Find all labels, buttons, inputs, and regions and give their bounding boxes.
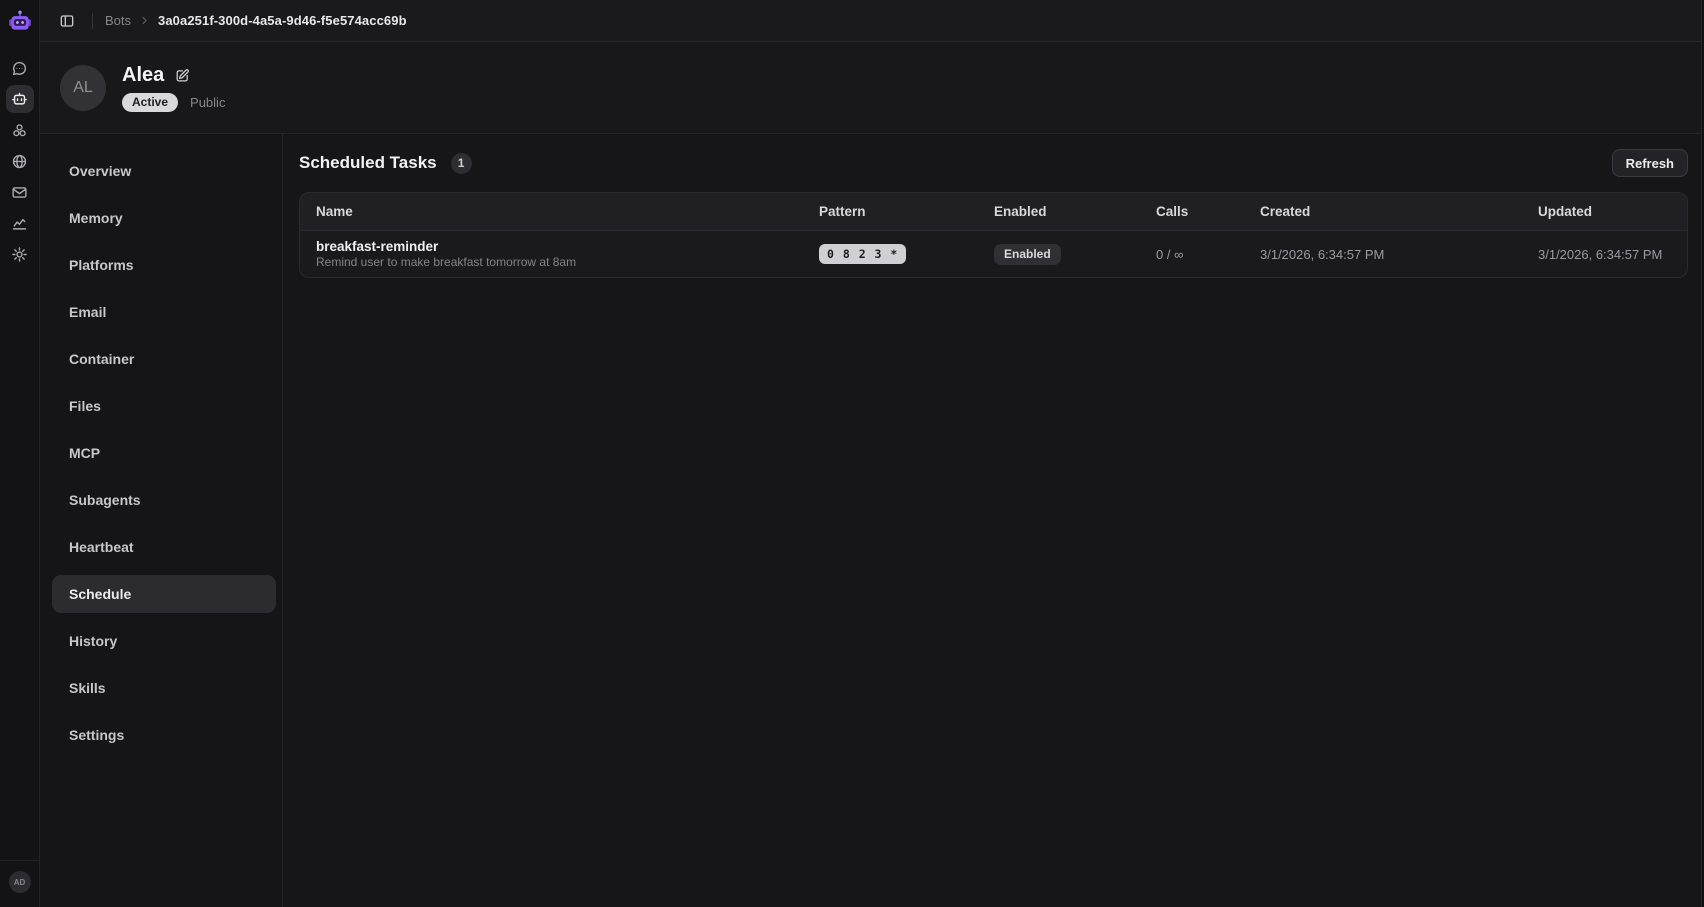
app-window: AD Bots 3a0a251f-300d-4a5a-9d46-f5e57 bbox=[0, 0, 1704, 907]
sidebar-item-email[interactable]: Email bbox=[52, 293, 276, 331]
column-header-pattern: Pattern bbox=[803, 204, 978, 219]
sidebar-item-history[interactable]: History bbox=[52, 622, 276, 660]
task-name-cell: breakfast-reminder Remind user to make b… bbox=[300, 238, 803, 270]
breadcrumb: Bots 3a0a251f-300d-4a5a-9d46-f5e574acc69… bbox=[105, 13, 407, 28]
column-header-name: Name bbox=[300, 204, 803, 219]
sidebar-item-files[interactable]: Files bbox=[52, 387, 276, 425]
breadcrumb-current-id: 3a0a251f-300d-4a5a-9d46-f5e574acc69b bbox=[158, 13, 407, 28]
topbar-divider bbox=[92, 13, 93, 29]
chat-icon[interactable] bbox=[6, 54, 34, 82]
task-enabled-cell: Enabled bbox=[978, 244, 1140, 265]
icon-rail: AD bbox=[0, 0, 40, 907]
bot-name-title: Alea bbox=[122, 64, 164, 87]
scheduled-tasks-table: Name Pattern Enabled Calls Created Updat… bbox=[299, 192, 1688, 278]
sidebar-item-container[interactable]: Container bbox=[52, 340, 276, 378]
user-avatar[interactable]: AD bbox=[9, 871, 31, 893]
sidebar-item-overview[interactable]: Overview bbox=[52, 152, 276, 190]
bot-avatar: AL bbox=[60, 65, 106, 111]
sidebar-nav: Overview Memory Platforms Email Containe… bbox=[40, 134, 283, 907]
globe-icon[interactable] bbox=[6, 147, 34, 175]
body-row: Overview Memory Platforms Email Containe… bbox=[40, 134, 1704, 907]
visibility-label: Public bbox=[190, 95, 225, 110]
task-description: Remind user to make breakfast tomorrow a… bbox=[316, 255, 787, 270]
breadcrumb-bots-link[interactable]: Bots bbox=[105, 13, 131, 28]
rail-footer: AD bbox=[0, 860, 40, 907]
cron-pattern-badge: 0 8 2 3 * bbox=[819, 244, 906, 264]
table-row[interactable]: breakfast-reminder Remind user to make b… bbox=[300, 231, 1687, 277]
nodes-icon[interactable] bbox=[6, 116, 34, 144]
task-name: breakfast-reminder bbox=[316, 238, 787, 255]
column-header-calls: Calls bbox=[1140, 204, 1244, 219]
page-title: Scheduled Tasks bbox=[299, 153, 437, 173]
chevron-right-icon bbox=[139, 15, 150, 26]
column-header-created: Created bbox=[1244, 204, 1522, 219]
task-pattern-cell: 0 8 2 3 * bbox=[803, 244, 978, 264]
sidebar-item-subagents[interactable]: Subagents bbox=[52, 481, 276, 519]
sidebar-item-settings[interactable]: Settings bbox=[52, 716, 276, 754]
enabled-badge: Enabled bbox=[994, 244, 1061, 265]
sidebar-item-mcp[interactable]: MCP bbox=[52, 434, 276, 472]
panel-header: Scheduled Tasks 1 Refresh bbox=[299, 148, 1688, 178]
bot-header: AL Alea Active Public bbox=[40, 42, 1704, 134]
chart-icon[interactable] bbox=[6, 209, 34, 237]
task-updated-cell: 3/1/2026, 6:34:57 PM bbox=[1522, 247, 1687, 262]
table-header-row: Name Pattern Enabled Calls Created Updat… bbox=[300, 193, 1687, 231]
sidebar-item-platforms[interactable]: Platforms bbox=[52, 246, 276, 284]
task-count-badge: 1 bbox=[451, 153, 472, 174]
topbar: Bots 3a0a251f-300d-4a5a-9d46-f5e574acc69… bbox=[40, 0, 1704, 42]
column-header-enabled: Enabled bbox=[978, 204, 1140, 219]
edit-name-icon[interactable] bbox=[175, 68, 190, 83]
sidebar-item-skills[interactable]: Skills bbox=[52, 669, 276, 707]
refresh-button[interactable]: Refresh bbox=[1612, 149, 1688, 177]
task-calls-cell: 0 / ∞ bbox=[1140, 247, 1244, 262]
status-badge: Active bbox=[122, 93, 178, 112]
gear-icon[interactable] bbox=[6, 240, 34, 268]
scheduled-tasks-panel: Scheduled Tasks 1 Refresh Name Pattern E… bbox=[283, 134, 1704, 907]
sidebar-item-schedule[interactable]: Schedule bbox=[52, 575, 276, 613]
mail-icon[interactable] bbox=[6, 178, 34, 206]
bot-icon[interactable] bbox=[6, 85, 34, 113]
app-logo-robot-icon[interactable] bbox=[7, 8, 33, 34]
sidebar-item-heartbeat[interactable]: Heartbeat bbox=[52, 528, 276, 566]
column-header-updated: Updated bbox=[1522, 204, 1687, 219]
sidebar-toggle-icon[interactable] bbox=[54, 8, 80, 34]
bot-header-text: Alea Active Public bbox=[122, 64, 225, 112]
sidebar-item-memory[interactable]: Memory bbox=[52, 199, 276, 237]
main-column: Bots 3a0a251f-300d-4a5a-9d46-f5e574acc69… bbox=[40, 0, 1704, 907]
task-created-cell: 3/1/2026, 6:34:57 PM bbox=[1244, 247, 1522, 262]
